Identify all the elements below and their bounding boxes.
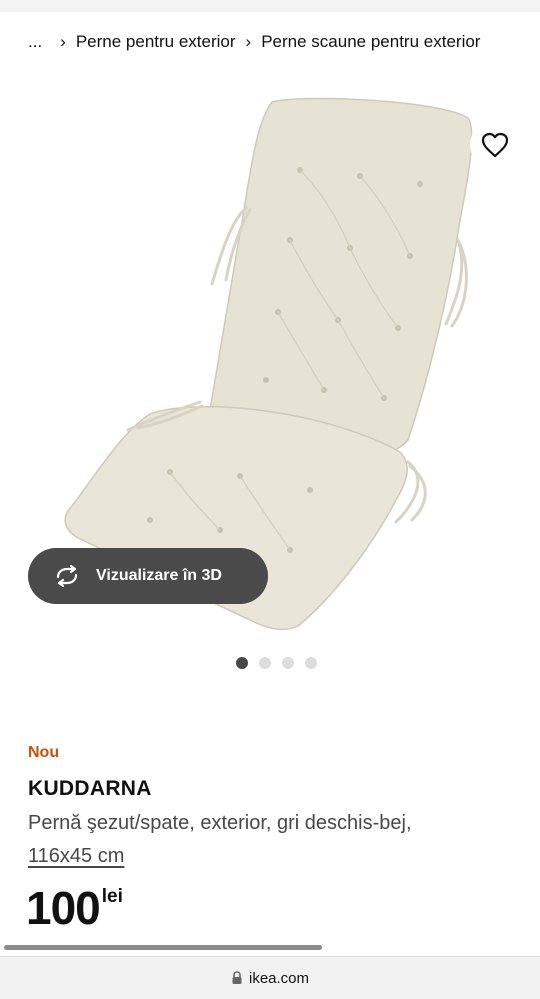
- favorite-button[interactable]: [470, 120, 520, 170]
- product-size-link[interactable]: 116x45 cm: [28, 845, 124, 868]
- heart-outline-icon: [481, 132, 509, 158]
- url-text: ikea.com: [248, 969, 310, 987]
- breadcrumb: ... › Perne pentru exterior › Perne scau…: [28, 30, 480, 54]
- breadcrumb-ellipsis[interactable]: ...: [28, 32, 42, 52]
- status-bar: [0, 0, 540, 12]
- product-description: Pernă şezut/spate, exterior, gri deschis…: [28, 812, 412, 834]
- price-amount: 100: [26, 882, 101, 934]
- breadcrumb-item-outdoor-cushions[interactable]: Perne pentru exterior: [76, 32, 236, 52]
- product-price: 100 lei: [26, 880, 123, 936]
- gallery-dot-4[interactable]: [305, 657, 317, 669]
- gallery-dot-3[interactable]: [282, 657, 294, 669]
- chevron-right-icon: ›: [245, 32, 252, 51]
- lock-icon: [231, 971, 243, 985]
- gallery-pagination: [236, 657, 317, 669]
- product-name: KUDDARNA: [28, 777, 152, 800]
- new-badge: Nou: [28, 744, 60, 761]
- breadcrumb-item-chair-cushions[interactable]: Perne scaune pentru exterior: [261, 32, 480, 52]
- view-3d-button[interactable]: Vizualizare în 3D: [28, 548, 268, 604]
- scroll-indicator: [4, 945, 322, 950]
- gallery-dot-1[interactable]: [236, 657, 248, 669]
- browser-address-bar[interactable]: ikea.com: [0, 956, 540, 999]
- rotate-3d-icon: [52, 565, 82, 587]
- price-currency: lei: [101, 886, 123, 907]
- gallery-dot-2[interactable]: [259, 657, 271, 669]
- view-3d-label: Vizualizare în 3D: [96, 567, 222, 584]
- chevron-right-icon: ›: [60, 32, 66, 51]
